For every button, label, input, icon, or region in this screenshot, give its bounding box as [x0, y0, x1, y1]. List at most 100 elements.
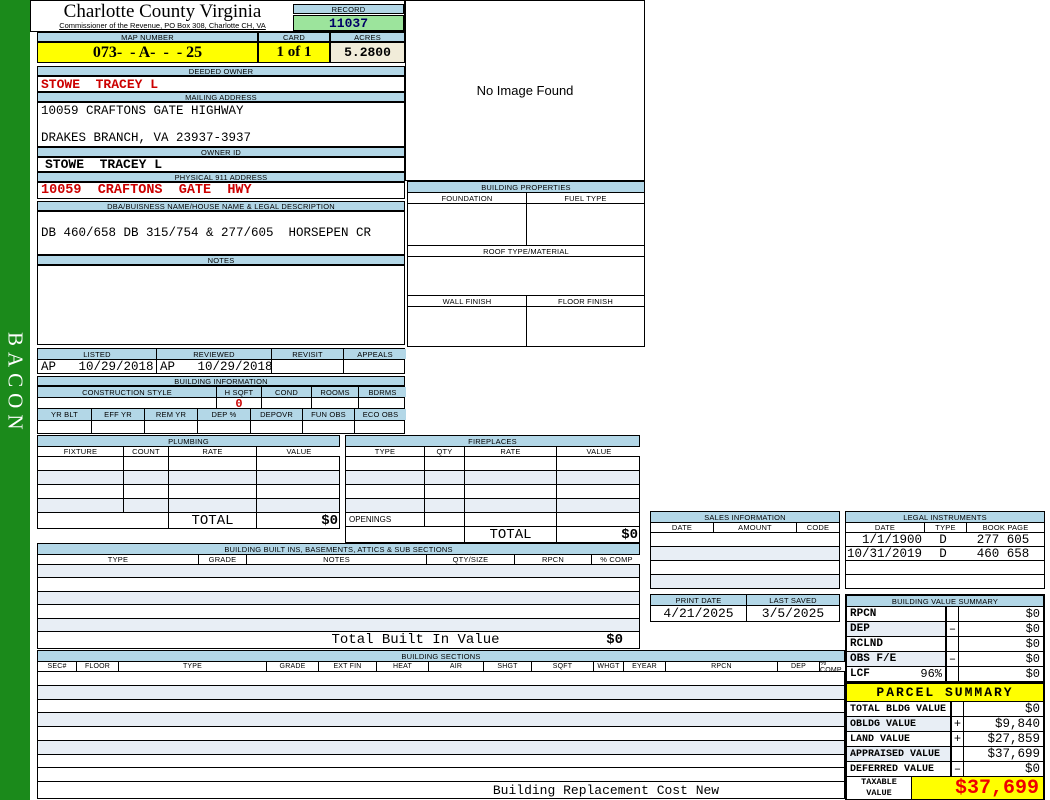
card-field[interactable]: 1 of 1: [258, 42, 330, 63]
legal-header-type: TYPE: [924, 523, 966, 532]
fireplaces-cell: [464, 513, 556, 526]
roof-field[interactable]: [408, 257, 644, 295]
fireplaces-header-type: TYPE: [346, 447, 424, 456]
built-ins-table: BUILDING BUILT INS, BASEMENTS, ATTICS & …: [37, 543, 641, 649]
record-value-field[interactable]: 11037: [293, 15, 404, 31]
appeals-field[interactable]: [343, 360, 406, 373]
fireplaces-header-value: VALUE: [556, 447, 641, 456]
fireplaces-cell: [556, 457, 641, 470]
plumbing-cell: [168, 499, 256, 512]
sidebar-vertical-label: BACON: [3, 332, 28, 436]
built-ins-total-value: $0: [606, 631, 623, 648]
taxable-value-label: TAXABLE VALUE: [861, 777, 897, 798]
fireplaces-header-rate: RATE: [464, 447, 556, 456]
appeals-label: APPEALS: [343, 349, 406, 359]
revisit-field[interactable]: [271, 360, 343, 373]
parcel-label: TOTAL BLDG VALUE: [850, 703, 947, 715]
fun-obs-field[interactable]: [302, 421, 354, 433]
yr-blt-field[interactable]: [38, 421, 91, 433]
fireplaces-cell: [556, 471, 641, 484]
card-label: CARD: [258, 32, 330, 42]
parcel-op: +: [950, 717, 963, 731]
fireplaces-cell: [556, 485, 641, 498]
sections-header-air: AIR: [428, 662, 483, 671]
plumbing-cell: [123, 457, 168, 470]
print-date-label: PRINT DATE: [651, 595, 746, 605]
foundation-field[interactable]: [408, 204, 526, 245]
parcel-value: $0: [963, 762, 1043, 776]
fireplaces-openings-label: OPENINGS: [349, 515, 392, 524]
fireplaces-cell: [464, 499, 556, 512]
owner-id-field[interactable]: STOWE TRACEY L: [37, 157, 405, 172]
listed-field[interactable]: AP 10/29/2018: [38, 360, 156, 373]
notes-field[interactable]: [37, 265, 405, 345]
table-row: [38, 684, 844, 699]
legal-date: 10/31/2019: [846, 546, 922, 561]
fireplaces-total-spacer: [346, 527, 464, 542]
bvs-label-text: DEP: [850, 623, 870, 635]
physical-address-field[interactable]: 10059 CRAFTONS GATE HWY: [37, 182, 405, 199]
parcel-label: OBLDG VALUE: [847, 717, 950, 731]
rooms-label: ROOMS: [311, 387, 358, 397]
eco-obs-field[interactable]: [354, 421, 406, 433]
building-sections-title: BUILDING SECTIONS: [38, 651, 844, 661]
parcel-summary-table: PARCEL SUMMARY TOTAL BLDG VALUE $0 OBLDG…: [845, 682, 1045, 800]
fireplaces-cell: [424, 513, 464, 526]
parcel-value: $0: [963, 702, 1043, 716]
plumbing-cell: [168, 457, 256, 470]
deeded-owner-field[interactable]: STOWE TRACEY L: [37, 76, 405, 92]
sections-footer-row: Building Replacement Cost New: [38, 781, 844, 798]
fireplaces-total-value: $0: [556, 527, 641, 542]
reviewed-field[interactable]: AP 10/29/2018: [156, 360, 271, 373]
foundation-label: FOUNDATION: [408, 193, 526, 203]
legal-book-page: 460 658: [976, 546, 1030, 561]
bvs-label-text: OBS F/E: [850, 653, 897, 665]
table-row: [846, 574, 1044, 588]
plumbing-cell: [38, 499, 123, 512]
bvs-label: OBS F/E: [847, 652, 945, 666]
building-information-table1: CONSTRUCTION STYLE H SQFT COND ROOMS BDR…: [37, 386, 406, 410]
parcel-summary-title: PARCEL SUMMARY: [876, 685, 1014, 700]
physical-address-label: PHYSICAL 911 ADDRESS: [37, 172, 405, 182]
parcel-op: +: [950, 732, 963, 746]
mailing-address-field[interactable]: 10059 CRAFTONS GATE HIGHWAY DRAKES BRANC…: [37, 102, 405, 147]
legal-instruments-title: LEGAL INSTRUMENTS: [846, 512, 1044, 522]
plumbing-total-label: TOTAL: [168, 513, 256, 528]
sidebar: BACON: [0, 0, 30, 800]
legal-description-field[interactable]: DB 460/658 DB 315/754 & 277/605 HORSEPEN…: [37, 211, 405, 255]
acres-label: ACRES: [330, 32, 405, 42]
floor-finish-field[interactable]: [526, 307, 644, 346]
legal-type: D: [939, 546, 947, 561]
wall-finish-field[interactable]: [408, 307, 526, 346]
fireplaces-cell: [556, 499, 641, 512]
rem-yr-label: REM YR: [144, 409, 197, 420]
depovr-field[interactable]: [250, 421, 302, 433]
dep-pct-label: DEP %: [197, 409, 250, 420]
built-ins-title: BUILDING BUILT INS, BASEMENTS, ATTICS & …: [38, 544, 639, 554]
fireplaces-cell: [464, 485, 556, 498]
sales-information-table: SALES INFORMATION DATE AMOUNT CODE: [650, 511, 840, 589]
dep-pct-field[interactable]: [197, 421, 250, 433]
map-number-field[interactable]: 073- - A- - - 25: [37, 42, 258, 63]
fuel-type-field[interactable]: [526, 204, 644, 245]
bvs-label: RPCN: [847, 607, 945, 621]
rem-yr-field[interactable]: [144, 421, 197, 433]
eff-yr-label: EFF YR: [91, 409, 144, 420]
county-subtitle: Commissioner of the Revenue, PO Box 308,…: [59, 21, 266, 30]
eff-yr-field[interactable]: [91, 421, 144, 433]
bvs-value: $0: [958, 667, 1043, 681]
parcel-op: –: [950, 762, 963, 776]
plumbing-cell: [123, 485, 168, 498]
table-row: [38, 590, 639, 605]
sections-header-dep: DEP: [777, 662, 819, 671]
acres-field[interactable]: 5.2800: [330, 42, 405, 63]
county-title: Charlotte County Virginia: [63, 1, 262, 22]
table-row: [651, 546, 839, 560]
yr-blt-label: YR BLT: [38, 409, 91, 420]
bvs-label: RCLND: [847, 637, 945, 651]
plumbing-total-value: $0: [256, 513, 341, 528]
plumbing-cell: [168, 485, 256, 498]
mailing-line1: 10059 CRAFTONS GATE HIGHWAY: [41, 104, 244, 118]
parcel-label: DEFERRED VALUE: [850, 763, 935, 775]
map-value-row: 073- - A- - - 25 1 of 1 5.2800: [37, 42, 405, 63]
